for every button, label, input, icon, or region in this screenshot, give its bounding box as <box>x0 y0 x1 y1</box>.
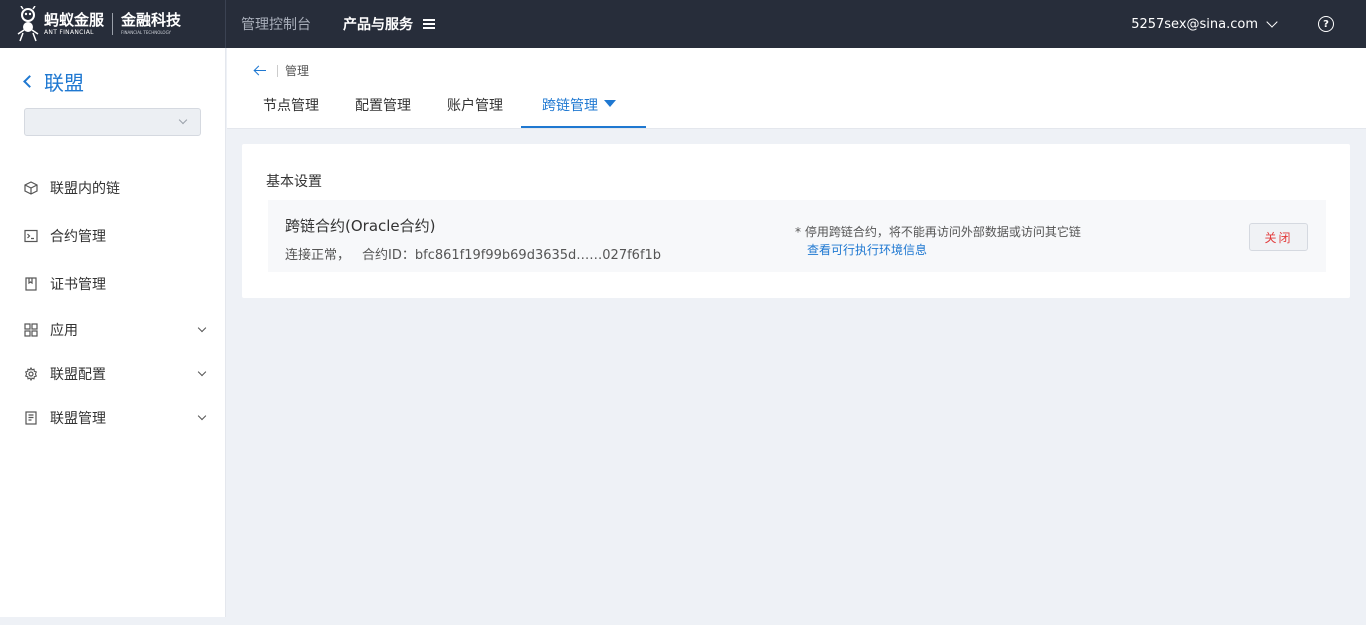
breadcrumb-label: 管理 <box>285 64 310 78</box>
brand-logo[interactable]: 蚂蚁金服 ANT FINANCIAL 金融科技 FINANCIAL TECHNO… <box>0 0 226 48</box>
sidebar-item-contracts[interactable]: 合约管理 <box>0 212 225 260</box>
tab-node-management[interactable]: 节点管理 <box>227 86 337 128</box>
logo-sub-en-text: FINANCIAL TECHNOLOGY <box>121 30 171 35</box>
sidebar-item-label: 应用 <box>50 323 78 339</box>
sidebar-item-label: 联盟配置 <box>50 367 106 383</box>
env-info-link[interactable]: 查看可行执行环境信息 <box>807 241 927 258</box>
sidebar-item-consortium-config[interactable]: 联盟配置 <box>0 352 225 396</box>
basic-settings-card: 基本设置 跨链合约(Oracle合约) 连接正常， 合约ID：bfc861f19f… <box>242 144 1350 298</box>
contract-status-line: 连接正常， 合约ID：bfc861f19f99b69d3635d……027f6f1… <box>285 244 661 263</box>
arrow-left-icon[interactable] <box>253 64 269 78</box>
breadcrumb: 管理 <box>253 62 309 79</box>
sidebar-item-label: 联盟管理 <box>50 411 106 427</box>
top-navigation-bar: 蚂蚁金服 ANT FINANCIAL 金融科技 FINANCIAL TECHNO… <box>0 0 1366 48</box>
chevron-down-icon <box>197 323 207 333</box>
disable-warning-text: * 停用跨链合约，将不能再访问外部数据或访问其它链 <box>795 225 1081 239</box>
nav-products-menu[interactable]: 产品与服务 <box>343 14 435 34</box>
sidebar-item-applications[interactable]: 应用 <box>0 308 225 352</box>
logo-divider <box>112 13 114 35</box>
tab-label: 跨链管理 <box>542 98 598 114</box>
user-email-dropdown[interactable]: 5257sex@sina.com <box>1131 17 1258 32</box>
caret-down-icon <box>604 100 616 107</box>
logo-sub-block: 金融科技 FINANCIAL TECHNOLOGY <box>121 13 181 35</box>
chevron-down-icon <box>197 367 207 377</box>
ant-logo-icon <box>17 6 39 42</box>
consortium-select[interactable] <box>24 108 201 136</box>
logo-sub-cn-text: 金融科技 <box>121 11 182 29</box>
tab-config-management[interactable]: 配置管理 <box>337 86 429 128</box>
sidebar-title: 联盟 <box>44 71 84 95</box>
logo-cn-text: 蚂蚁金服 <box>44 10 105 29</box>
terminal-icon <box>24 229 38 243</box>
contract-name: 跨链合约(Oracle合约) <box>285 217 436 235</box>
content-header: 管理 节点管理 配置管理 账户管理 跨链管理 <box>227 48 1366 129</box>
nav-products-label: 产品与服务 <box>343 17 413 33</box>
user-area: 5257sex@sina.com ? <box>1131 15 1366 32</box>
cube-icon <box>24 181 38 195</box>
help-icon[interactable]: ? <box>1318 16 1334 32</box>
sidebar-menu: 联盟内的链 合约管理 证书管理 应用 联盟配置 联盟管理 <box>0 164 225 440</box>
gear-icon <box>24 367 38 381</box>
chevron-left-icon <box>23 75 36 88</box>
chevron-down-icon <box>178 115 188 125</box>
sidebar-item-consortium-management[interactable]: 联盟管理 <box>0 396 225 440</box>
section-title: 基本设置 <box>266 174 322 190</box>
document-icon <box>24 411 38 425</box>
close-button[interactable]: 关闭 <box>1249 223 1308 251</box>
hamburger-menu-icon <box>423 17 435 31</box>
sidebar: 联盟 联盟内的链 合约管理 证书管理 应用 联盟配置 联盟管理 <box>0 48 226 617</box>
contract-panel: 跨链合约(Oracle合约) 连接正常， 合约ID：bfc861f19f99b69… <box>268 200 1326 272</box>
tab-bar: 节点管理 配置管理 账户管理 跨链管理 <box>227 86 646 128</box>
connection-status: 连接正常， <box>285 248 351 263</box>
nav-console-link[interactable]: 管理控制台 <box>241 14 311 34</box>
sidebar-item-label: 合约管理 <box>50 229 106 245</box>
tab-cross-chain-management[interactable]: 跨链管理 <box>521 86 646 128</box>
breadcrumb-divider <box>277 64 278 77</box>
logo-text-block: 蚂蚁金服 ANT FINANCIAL <box>44 10 105 36</box>
contract-id-label: 合约ID： <box>362 248 415 263</box>
chevron-down-icon <box>197 411 207 421</box>
sidebar-item-chains[interactable]: 联盟内的链 <box>0 164 225 212</box>
sidebar-item-label: 证书管理 <box>50 277 106 293</box>
bookmark-icon <box>24 277 38 291</box>
contract-id-value: bfc861f19f99b69d3635d……027f6f1b <box>414 248 662 263</box>
grid-icon <box>24 323 38 337</box>
chevron-down-icon[interactable] <box>1266 15 1278 28</box>
logo-en-text: ANT FINANCIAL <box>44 28 94 36</box>
sidebar-back-title[interactable]: 联盟 <box>0 48 225 96</box>
sidebar-item-label: 联盟内的链 <box>50 181 120 197</box>
tab-account-management[interactable]: 账户管理 <box>429 86 521 128</box>
sidebar-item-certificates[interactable]: 证书管理 <box>0 260 225 308</box>
